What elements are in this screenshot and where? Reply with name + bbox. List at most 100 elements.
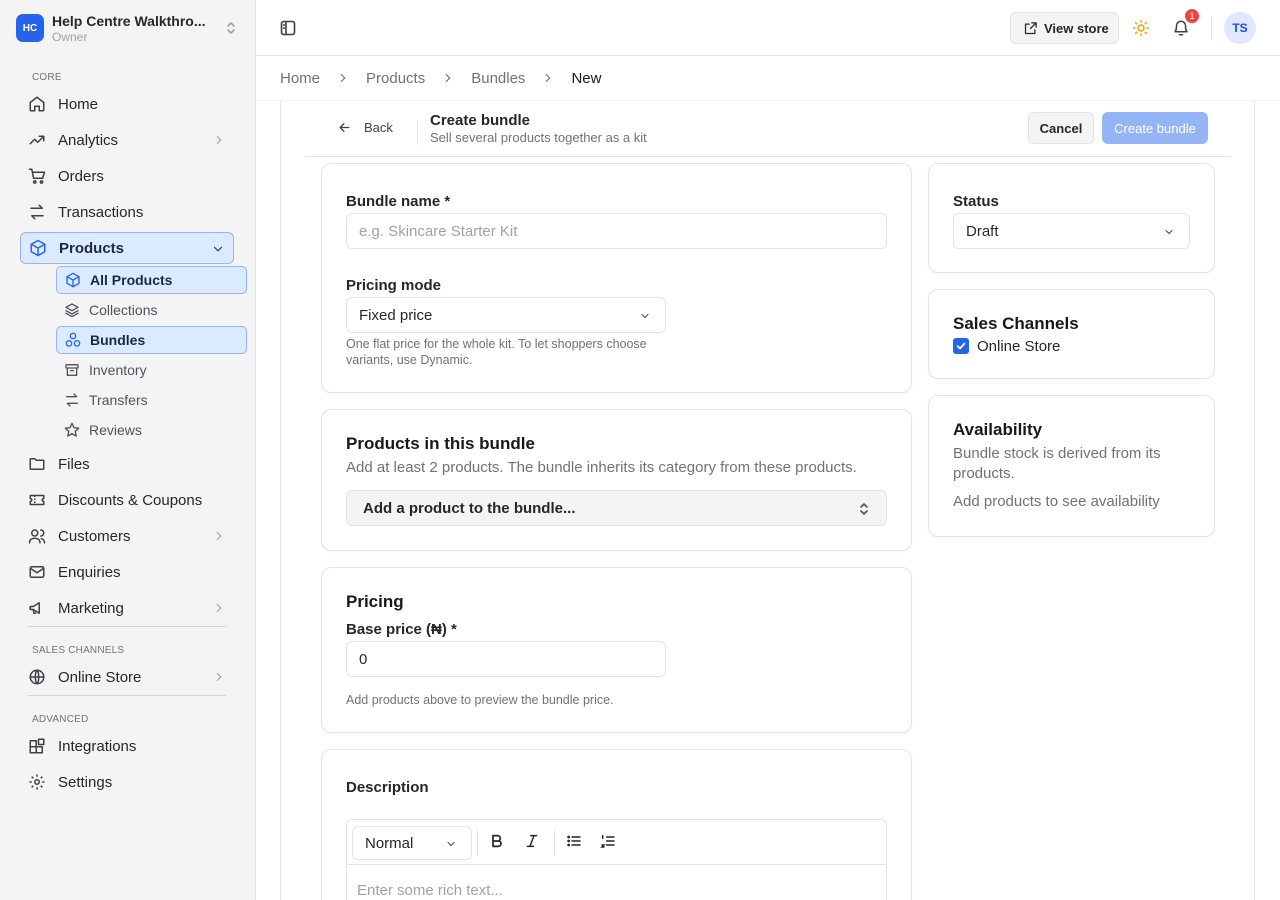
products-card-title: Products in this bundle bbox=[346, 434, 535, 453]
sidebar-subitem-all-products[interactable]: All Products bbox=[56, 266, 247, 294]
description-card: Description Normal Enter some rich text.… bbox=[321, 749, 912, 900]
sidebar-item-products[interactable]: Products bbox=[20, 232, 234, 264]
sidebar-subitem-transfers[interactable]: Transfers bbox=[56, 386, 247, 414]
sales-channels-title: Sales Channels bbox=[953, 314, 1079, 333]
content-frame-right bbox=[1254, 101, 1255, 900]
base-price-input[interactable]: 0 bbox=[346, 641, 666, 677]
sidebar-item-files[interactable]: Files bbox=[20, 448, 234, 480]
sidebar-subitem-collections[interactable]: Collections bbox=[56, 296, 247, 324]
sidebar-item-orders[interactable]: Orders bbox=[20, 160, 234, 192]
breadcrumb: Home Products Bundles New bbox=[280, 68, 601, 88]
sidebar-item-online-store[interactable]: Online Store bbox=[20, 661, 234, 693]
sidebar-item-label: Discounts & Coupons bbox=[58, 491, 203, 509]
user-icon bbox=[28, 527, 46, 545]
cart-icon bbox=[28, 167, 46, 185]
sidebar-item-enquiries[interactable]: Enquiries bbox=[20, 556, 234, 588]
text-format-select[interactable]: Normal bbox=[352, 826, 472, 860]
page-header: Back Create bundle Sell several products… bbox=[305, 101, 1231, 157]
availability-card: Availability Bundle stock is derived fro… bbox=[928, 395, 1215, 537]
sidebar-item-label: Analytics bbox=[58, 131, 119, 149]
sidebar-subitem-inventory[interactable]: Inventory bbox=[56, 356, 247, 384]
sun-icon[interactable] bbox=[1132, 19, 1150, 37]
online-store-checkbox-label[interactable]: Online Store bbox=[977, 338, 1060, 355]
sidebar-item-label: Settings bbox=[58, 773, 113, 791]
chevron-down-icon bbox=[639, 310, 651, 322]
sidebar-subitem-label: Reviews bbox=[89, 422, 142, 438]
external-link-icon bbox=[1023, 21, 1044, 36]
pricing-card: Pricing Base price (₦) * 0 Add products … bbox=[321, 567, 912, 733]
chevron-right-icon bbox=[212, 670, 226, 684]
product-picker[interactable]: Add a product to the bundle... bbox=[346, 490, 887, 526]
sidebar-item-settings[interactable]: Settings bbox=[20, 766, 234, 798]
bold-icon[interactable] bbox=[489, 833, 505, 849]
pricing-card-title: Pricing bbox=[346, 592, 404, 611]
cancel-button[interactable]: Cancel bbox=[1028, 112, 1094, 144]
chevron-right-icon bbox=[212, 133, 226, 147]
org-role: Owner bbox=[52, 29, 88, 44]
breadcrumb-bundles[interactable]: Bundles bbox=[471, 70, 525, 87]
back-label: Back bbox=[364, 120, 393, 135]
bundle-details-card: Bundle name * e.g. Skincare Starter Kit … bbox=[321, 163, 912, 393]
sidebar-item-home[interactable]: Home bbox=[20, 88, 234, 120]
sidebar-item-label: Enquiries bbox=[58, 563, 121, 581]
breadcrumb-products[interactable]: Products bbox=[366, 70, 425, 87]
status-select[interactable]: Draft bbox=[953, 213, 1190, 249]
base-price-label: Base price (₦) * bbox=[346, 621, 457, 638]
description-label: Description bbox=[346, 779, 429, 796]
sidebar-item-label: Online Store bbox=[58, 668, 142, 686]
chevron-down-icon bbox=[211, 242, 225, 256]
gear-icon bbox=[28, 773, 46, 791]
sidebar-item-transactions[interactable]: Transactions bbox=[20, 196, 234, 228]
chevron-down-icon bbox=[1163, 226, 1175, 238]
sidebar-item-discounts[interactable]: Discounts & Coupons bbox=[20, 484, 234, 516]
sidebar-item-label: Orders bbox=[58, 167, 104, 185]
chevrons-up-down-icon bbox=[858, 501, 870, 517]
pricing-help: Add products above to preview the bundle… bbox=[346, 693, 614, 707]
sidebar-subitem-reviews[interactable]: Reviews bbox=[56, 416, 247, 444]
sidebar-toggle-icon[interactable] bbox=[280, 20, 296, 36]
chevron-down-icon bbox=[445, 838, 457, 850]
bundle-products-card: Products in this bundle Add at least 2 p… bbox=[321, 409, 912, 551]
view-store-button[interactable]: View store bbox=[1010, 12, 1119, 44]
sidebar-subitem-label: Inventory bbox=[89, 362, 147, 378]
sidebar-item-label: Files bbox=[58, 455, 90, 473]
globe-icon bbox=[28, 668, 46, 686]
sidebar-item-marketing[interactable]: Marketing bbox=[20, 592, 234, 624]
chevron-right-icon bbox=[212, 529, 226, 543]
breadcrumb-home[interactable]: Home bbox=[280, 70, 320, 87]
bundle-name-input[interactable]: e.g. Skincare Starter Kit bbox=[346, 213, 887, 249]
italic-icon[interactable] bbox=[524, 833, 540, 849]
editor-input[interactable]: Enter some rich text... bbox=[357, 882, 503, 899]
sidebar-subitem-label: Collections bbox=[89, 302, 158, 318]
online-store-checkbox[interactable] bbox=[953, 338, 969, 354]
avatar[interactable]: TS bbox=[1224, 12, 1256, 44]
folder-icon bbox=[28, 455, 46, 473]
ticket-icon bbox=[28, 491, 46, 509]
pricing-mode-help: One flat price for the whole kit. To let… bbox=[346, 337, 647, 367]
product-picker-label: Add a product to the bundle... bbox=[363, 499, 576, 517]
org-logo: HC bbox=[16, 14, 44, 42]
box-icon bbox=[29, 239, 47, 257]
sidebar-item-analytics[interactable]: Analytics bbox=[20, 124, 234, 156]
org-switcher[interactable]: HC Help Centre Walkthro... Owner bbox=[16, 10, 244, 46]
products-card-description: Add at least 2 products. The bundle inhe… bbox=[346, 459, 857, 476]
sidebar-subitem-bundles[interactable]: Bundles bbox=[56, 326, 247, 354]
create-bundle-button[interactable]: Create bundle bbox=[1102, 112, 1208, 144]
bullet-list-icon[interactable] bbox=[566, 833, 582, 849]
sidebar-item-integrations[interactable]: Integrations bbox=[20, 730, 234, 762]
numbered-list-icon[interactable] bbox=[600, 833, 616, 849]
sidebar-item-label: Products bbox=[59, 239, 125, 257]
org-name: Help Centre Walkthro... bbox=[52, 12, 206, 29]
section-label-advanced: ADVANCED bbox=[32, 714, 89, 725]
editor-toolbar: Normal bbox=[347, 820, 886, 865]
home-icon bbox=[28, 95, 46, 113]
sidebar-subitem-label: All Products bbox=[90, 272, 173, 288]
section-label-core: CORE bbox=[32, 72, 62, 83]
box-icon bbox=[65, 272, 81, 288]
pricing-mode-select[interactable]: Fixed price bbox=[346, 297, 666, 333]
back-button[interactable]: Back bbox=[337, 120, 393, 135]
sidebar-subitem-label: Transfers bbox=[89, 392, 148, 408]
sidebar-item-label: Transactions bbox=[58, 203, 144, 221]
topbar: View store 1 TS bbox=[256, 0, 1280, 56]
sidebar-item-customers[interactable]: Customers bbox=[20, 520, 234, 552]
